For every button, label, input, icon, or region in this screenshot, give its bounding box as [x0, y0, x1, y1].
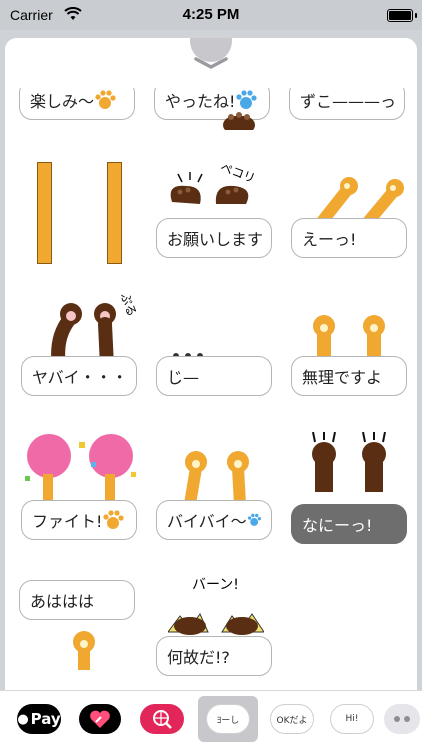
sticker-label: ヤバイ・・・	[32, 368, 128, 387]
sticker-label: やったね!	[165, 92, 236, 111]
orange-paw-icon	[73, 631, 95, 670]
brown-paw-icon	[223, 112, 255, 130]
sticker-jii[interactable]: じ—	[146, 274, 282, 410]
digital-touch-button[interactable]	[79, 704, 121, 734]
battery-icon	[387, 9, 413, 22]
sticker-label: バイバイ～	[167, 512, 247, 531]
web-images-button[interactable]	[140, 704, 184, 734]
slam-paws-icon	[168, 612, 264, 635]
apple-icon: ●	[17, 711, 29, 727]
sticker-sheet: 楽しみ～ やったね! ずこ———っ ペコリ お願いします えーっ! ぷる ヤバイ…	[5, 38, 417, 690]
paw-icon	[236, 90, 258, 109]
sticker-poles[interactable]	[11, 132, 147, 268]
sticker-ahahaha[interactable]: あははは	[11, 560, 147, 690]
sticker-yabai[interactable]: ぷる ヤバイ・・・	[11, 274, 147, 410]
sticker-faito[interactable]: ファイト!	[11, 418, 147, 554]
heart-hand-icon	[90, 710, 110, 728]
sticker-muri[interactable]: 無理ですよ	[281, 274, 417, 410]
apple-pay-label: Pay	[30, 710, 61, 728]
paw-icon	[247, 513, 261, 526]
sticker-label: えーっ!	[302, 230, 357, 249]
sticker-label: 無理ですよ	[302, 368, 383, 387]
waving-paws-icon	[184, 451, 249, 504]
sticker-thumb-label: ﾖーし	[216, 715, 240, 726]
sticker-naniii[interactable]: なにーっ!	[281, 418, 417, 554]
sticker-pack-okdayo[interactable]: OKだよ	[270, 702, 314, 736]
sticker-baibai[interactable]: バイバイ～	[146, 418, 282, 554]
sfx-text: バーン!	[192, 577, 239, 593]
sticker-nazeda[interactable]: バーン! 何故だ!?	[146, 560, 282, 690]
sticker-label: あははは	[30, 592, 95, 611]
raised-paws-icon	[313, 315, 385, 362]
sticker-label: じ—	[167, 368, 200, 387]
pole-right	[107, 162, 122, 264]
globe-search-icon	[153, 710, 172, 729]
chevron-down-icon[interactable]	[193, 56, 229, 70]
claw-paws-icon	[312, 432, 386, 492]
sticker-thumb-label: OKだよ	[276, 715, 308, 726]
sticker-eee[interactable]: えーっ!	[281, 132, 417, 268]
sticker-pack-hi[interactable]: Hi!	[330, 702, 374, 736]
sticker-label: なにーっ!	[302, 516, 373, 535]
pompom-icon	[25, 434, 136, 502]
more-apps-button[interactable]	[384, 704, 420, 734]
sticker-label: 何故だ!?	[167, 648, 230, 667]
sticker-grid: 楽しみ～ やったね! ずこ———っ ペコリ お願いします えーっ! ぷる ヤバイ…	[5, 38, 417, 690]
app-drawer: ● Pay ﾖーし OKだよ Hi!	[0, 690, 422, 751]
sticker-onegaishimasu[interactable]: ペコリ お願いします	[146, 132, 282, 268]
clock: 4:25 PM	[182, 6, 240, 23]
pole-left	[37, 162, 52, 264]
paw-icon	[95, 90, 116, 109]
sticker-label: ずこ———っ	[300, 92, 397, 111]
paw-icon	[103, 510, 125, 529]
sticker-label: ファイト!	[32, 512, 103, 531]
sticker-label: お願いします	[167, 230, 264, 249]
status-bar: Carrier 4:25 PM	[0, 0, 422, 30]
sticker-pack-current[interactable]: ﾖーし	[198, 696, 258, 742]
apple-pay-button[interactable]: ● Pay	[17, 704, 61, 734]
sticker-thumb-label: Hi!	[345, 714, 359, 724]
sticker-label: 楽しみ～	[30, 92, 95, 111]
